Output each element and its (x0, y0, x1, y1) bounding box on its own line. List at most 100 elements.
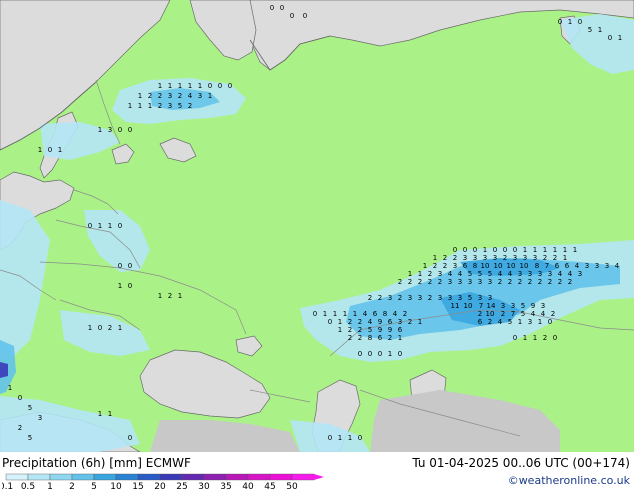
precip-value-label: 2 (408, 278, 412, 286)
precip-value-label: 2 (398, 278, 402, 286)
credit-link[interactable]: ©weatheronline.co.uk (508, 474, 630, 487)
precip-value-label: 3 (493, 254, 497, 262)
precip-value-label: 3 (528, 270, 532, 278)
precip-value-label: 1 (353, 310, 357, 318)
precip-value-label: 9 (531, 302, 535, 310)
legend-swatch (5, 473, 29, 481)
precip-value-label: 2 (528, 278, 532, 286)
precip-value-label: 3 (478, 278, 482, 286)
precip-value-label: 3 (488, 278, 492, 286)
precip-value-label: 3 (483, 254, 487, 262)
precip-value-label: 4 (508, 270, 513, 278)
precip-value-label: 9 (378, 318, 382, 326)
precip-value-label: 6 (378, 334, 383, 342)
precip-value-label: 1 (108, 222, 112, 230)
legend-swatch (115, 473, 139, 481)
precip-value-label: 2 (438, 278, 442, 286)
precip-value-label: 3 (578, 270, 582, 278)
legend-label: 2 (69, 482, 75, 490)
precip-value-label: 2 (428, 270, 432, 278)
precip-value-label: 8 (383, 310, 387, 318)
precip-west-heavy (0, 362, 8, 378)
legend-label: 25 (176, 482, 187, 490)
precip-value-label: 2 (348, 334, 352, 342)
precip-value-label: 0 (118, 222, 122, 230)
precip-value-label: 2 (538, 278, 542, 286)
precip-value-label: 10 (494, 262, 503, 270)
precip-value-label: 2 (178, 92, 182, 100)
legend-label: 1 (47, 482, 53, 490)
precip-value-label: 3 (523, 254, 527, 262)
precip-value-label: 4 (531, 310, 536, 318)
precip-value-label: 0 (88, 222, 92, 230)
precip-value-label: 3 (418, 294, 422, 302)
precip-value-label: 1 (138, 92, 142, 100)
precip-value-label: 4 (498, 318, 503, 326)
precip-value-label: 0 (303, 12, 307, 20)
precip-value-label: 0 (313, 310, 317, 318)
precip-value-label: 1 (38, 146, 42, 154)
precip-value-label: 3 (541, 302, 545, 310)
legend-swatch (291, 473, 315, 481)
precip-value-label: 0 (208, 82, 212, 90)
precip-value-label: 1 (533, 246, 537, 254)
precip-value-label: 2 (501, 310, 505, 318)
precip-value-label: 2 (358, 318, 362, 326)
precip-value-label: 1 (178, 82, 182, 90)
precip-value-label: 2 (348, 318, 352, 326)
precip-value-label: 1 (523, 246, 527, 254)
precip-value-label: 5 (488, 270, 492, 278)
precip-value-label: 1 (338, 434, 342, 442)
precip-value-label: 2 (398, 294, 402, 302)
precip-value-label: 3 (448, 294, 452, 302)
precip-value-label: 4 (615, 262, 620, 270)
precip-value-label: 1 (58, 146, 62, 154)
precip-value-label: 1 (323, 310, 327, 318)
color-scale-legend: 0.10.5125101520253035404550 (2, 473, 324, 490)
precip-value-label: 0 (118, 126, 122, 134)
legend-swatch (49, 473, 73, 481)
precip-value-label: 0 (453, 246, 457, 254)
precip-value-label: 5 (521, 302, 525, 310)
legend-swatch (93, 473, 117, 481)
precip-value-label: 2 (403, 310, 407, 318)
precipitation-map[interactable]: 0105101000011111000122324311112352130010… (0, 0, 634, 453)
precip-value-label: 4 (368, 318, 373, 326)
precip-value-label: 10 (507, 262, 516, 270)
precip-value-label: 3 (448, 278, 452, 286)
legend-label: 40 (242, 482, 254, 490)
legend-label: 5 (91, 482, 97, 490)
precip-value-label: 1 (433, 254, 437, 262)
precip-value-label: 3 (511, 302, 515, 310)
precip-value-label: 3 (458, 278, 462, 286)
precip-value-label: 5 (178, 102, 182, 110)
precip-value-label: 0 (558, 18, 562, 26)
precip-value-label: 3 (518, 270, 522, 278)
precip-value-label: 0 (548, 318, 552, 326)
legend-label: 0.1 (2, 482, 13, 490)
precip-value-label: 1 (543, 246, 547, 254)
precip-value-label: 1 (338, 318, 342, 326)
precip-value-label: 1 (98, 410, 102, 418)
map-title: Precipitation (6h) [mm] ECMWF (2, 456, 191, 470)
precip-value-label: 2 (378, 294, 382, 302)
footer: Precipitation (6h) [mm] ECMWF Tu 01-04-2… (0, 452, 634, 490)
legend-swatch (247, 473, 271, 481)
precip-value-label: 10 (520, 262, 529, 270)
precip-value-label: 1 (388, 350, 392, 358)
precip-value-label: 0 (398, 350, 402, 358)
precip-value-label: 3 (468, 278, 472, 286)
precip-value-label: 2 (503, 254, 507, 262)
precip-value-label: 2 (408, 318, 412, 326)
precip-value-label: 4 (558, 270, 563, 278)
precip-value-label: 2 (158, 102, 162, 110)
map-canvas: 0 1 05 10 10 00 01 1 1 1 1 0 0 01 2 2 3 2 4 3 11 1 1 2 3 5 21 3 0 01 0… (0, 0, 634, 453)
precip-value-label: 3 (605, 262, 609, 270)
legend-swatch (71, 473, 95, 481)
precip-value-label: 10 (481, 262, 490, 270)
precip-value-label: 0 (128, 262, 132, 270)
precip-value-label: 3 (458, 294, 462, 302)
precip-value-label: 1 (518, 318, 522, 326)
precip-value-label: 2 (443, 254, 447, 262)
precip-value-label: 1 (408, 270, 412, 278)
